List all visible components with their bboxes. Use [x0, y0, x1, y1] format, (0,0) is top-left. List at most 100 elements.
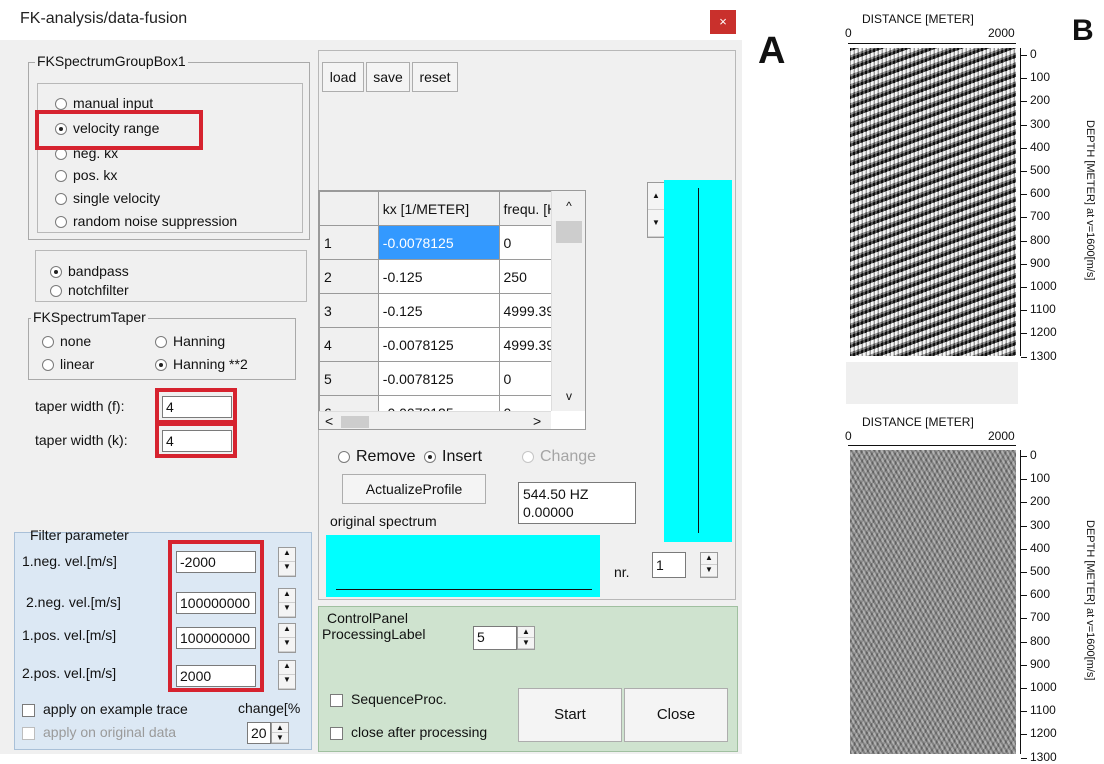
highlight-velocity-inputs [168, 540, 264, 692]
change-percent-spinner[interactable]: ▲ ▼ [271, 722, 289, 744]
table-row: 5 -0.0078125 0 [319, 361, 585, 396]
y-tick-mark [1021, 356, 1027, 358]
neg-vel-1-spinner[interactable]: ▲ ▼ [278, 547, 296, 577]
y-axis-line-bottom [1020, 450, 1021, 754]
checkbox-icon [330, 726, 343, 740]
header-kx[interactable]: kx [1/METER] [377, 191, 500, 226]
table-hscrollbar[interactable]: < > [319, 411, 551, 429]
y-tick-label: 1300 [1030, 749, 1057, 764]
radio-taper-none[interactable]: none [42, 333, 91, 349]
reset-button[interactable]: reset [412, 62, 458, 92]
close-window-button[interactable]: × [710, 10, 736, 34]
apply-original-checkbox[interactable]: apply on original data [22, 724, 176, 740]
scroll-down-icon: v [566, 389, 572, 403]
y-tick-label: 200 [1030, 494, 1051, 509]
vertical-spinner[interactable]: ▲ ▼ [647, 182, 665, 238]
spin-up-icon: ▲ [279, 589, 295, 603]
radio-taper-hanning2[interactable]: Hanning **2 [155, 356, 248, 372]
radio-pos-kx[interactable]: pos. kx [55, 167, 117, 183]
y-tick-mark [1021, 757, 1027, 759]
radio-bandpass[interactable]: bandpass [50, 263, 129, 279]
y-tick-label: 500 [1030, 163, 1051, 177]
y-axis-title-bottom: DEPTH [METER] at v=1600[m/s] [1084, 520, 1096, 681]
spin-down-icon: ▼ [279, 638, 295, 652]
kx-spectrum-panel[interactable] [664, 180, 732, 542]
original-spectrum-label: original spectrum [330, 513, 437, 529]
pos-vel-2-spinner[interactable]: ▲ ▼ [278, 660, 296, 690]
spin-up-icon: ▲ [279, 661, 295, 675]
polygon-table[interactable]: kx [1/METER] frequ. [H 1 -0.0078125 0 2 … [318, 190, 586, 430]
apply-example-checkbox[interactable]: apply on example trace [22, 701, 188, 717]
radio-manual-input[interactable]: manual input [55, 95, 153, 111]
nr-spinner[interactable]: ▲ ▼ [700, 552, 718, 578]
y-tick-mark [1021, 664, 1027, 666]
neg-vel-2-spinner[interactable]: ▲ ▼ [278, 588, 296, 618]
y-tick-mark [1021, 618, 1027, 620]
checkbox-icon [330, 693, 343, 707]
y-tick-label: 800 [1030, 633, 1051, 648]
processing-input[interactable]: 5 [473, 626, 517, 650]
y-tick-label: 300 [1030, 116, 1051, 131]
y-tick-label: 700 [1030, 610, 1051, 625]
nr-input[interactable]: 1 [652, 552, 686, 578]
y-tick-mark [1021, 55, 1027, 56]
save-button[interactable]: save [366, 62, 410, 92]
x-axis-title-bottom: DISTANCE [METER] [862, 415, 974, 429]
radio-taper-linear[interactable]: linear [42, 356, 94, 372]
radio-icon [55, 170, 67, 183]
radio-random-noise-suppression[interactable]: random noise suppression [55, 213, 237, 229]
y-tick-mark [1021, 572, 1027, 573]
actualize-profile-button[interactable]: ActualizeProfile [342, 474, 486, 504]
y-tick-mark [1021, 456, 1027, 457]
radio-remove[interactable]: Remove [338, 448, 416, 466]
radio-taper-hanning[interactable]: Hanning [155, 333, 225, 349]
close-button[interactable]: Close [624, 688, 728, 742]
y-tick-label: 1100 [1030, 302, 1056, 317]
x-tick-2000-bottom: 2000 [988, 429, 1015, 443]
checkbox-icon [22, 726, 35, 740]
scroll-left-icon: < [325, 413, 334, 429]
taper-width-k-label: taper width (k): [35, 432, 128, 448]
spin-up-icon: ▲ [648, 183, 664, 210]
y-tick-label: 100 [1030, 70, 1051, 85]
y-tick-label: 400 [1030, 540, 1051, 555]
filter-parameter-legend: Filter parameter [30, 527, 129, 543]
y-tick-label: 0 [1030, 448, 1037, 462]
y-tick-label: 1200 [1030, 325, 1057, 340]
start-button[interactable]: Start [518, 688, 622, 742]
spin-up-icon: ▲ [272, 723, 288, 733]
y-axis-title-top: DEPTH [METER] at v=1600[m/s] [1084, 120, 1096, 281]
radio-insert[interactable]: Insert [424, 448, 482, 466]
change-percent-label: change[% [238, 700, 301, 716]
spin-up-icon: ▲ [518, 627, 534, 638]
frequency-spectrum-panel[interactable] [326, 535, 600, 597]
x-tick-2000-top: 2000 [988, 26, 1015, 40]
panel-label-a: A [758, 30, 786, 72]
seismic-profile-raw [850, 48, 1016, 356]
radio-single-velocity[interactable]: single velocity [55, 190, 160, 206]
y-tick-mark [1021, 548, 1027, 550]
radio-icon [338, 450, 350, 463]
processing-spinner[interactable]: ▲ ▼ [517, 626, 535, 650]
change-percent-input[interactable]: 20 [247, 722, 271, 744]
y-tick-label: 400 [1030, 139, 1051, 154]
sequence-proc-checkbox[interactable]: SequenceProc. [330, 691, 447, 707]
radio-selected-icon [155, 359, 167, 372]
y-tick-label: 800 [1030, 232, 1051, 247]
radio-notchfilter[interactable]: notchfilter [50, 282, 129, 298]
table-vscrollbar[interactable]: ^ v [551, 191, 585, 411]
y-tick-mark [1021, 263, 1027, 265]
close-after-processing-checkbox[interactable]: close after processing [330, 724, 487, 740]
table-row: 3 -0.125 4999.39 [319, 293, 585, 328]
pos-vel-1-spinner[interactable]: ▲ ▼ [278, 623, 296, 653]
radio-change[interactable]: Change [522, 448, 596, 466]
y-tick-mark [1021, 333, 1027, 335]
table-corner [319, 191, 379, 226]
highlight-taper-width-f [155, 388, 237, 424]
y-tick-mark [1021, 734, 1027, 736]
load-button[interactable]: load [322, 62, 364, 92]
y-tick-mark [1021, 641, 1027, 643]
table-row: 1 -0.0078125 0 [319, 225, 585, 260]
x-axis-line-bottom [848, 445, 1016, 446]
scroll-thumb [556, 221, 582, 243]
